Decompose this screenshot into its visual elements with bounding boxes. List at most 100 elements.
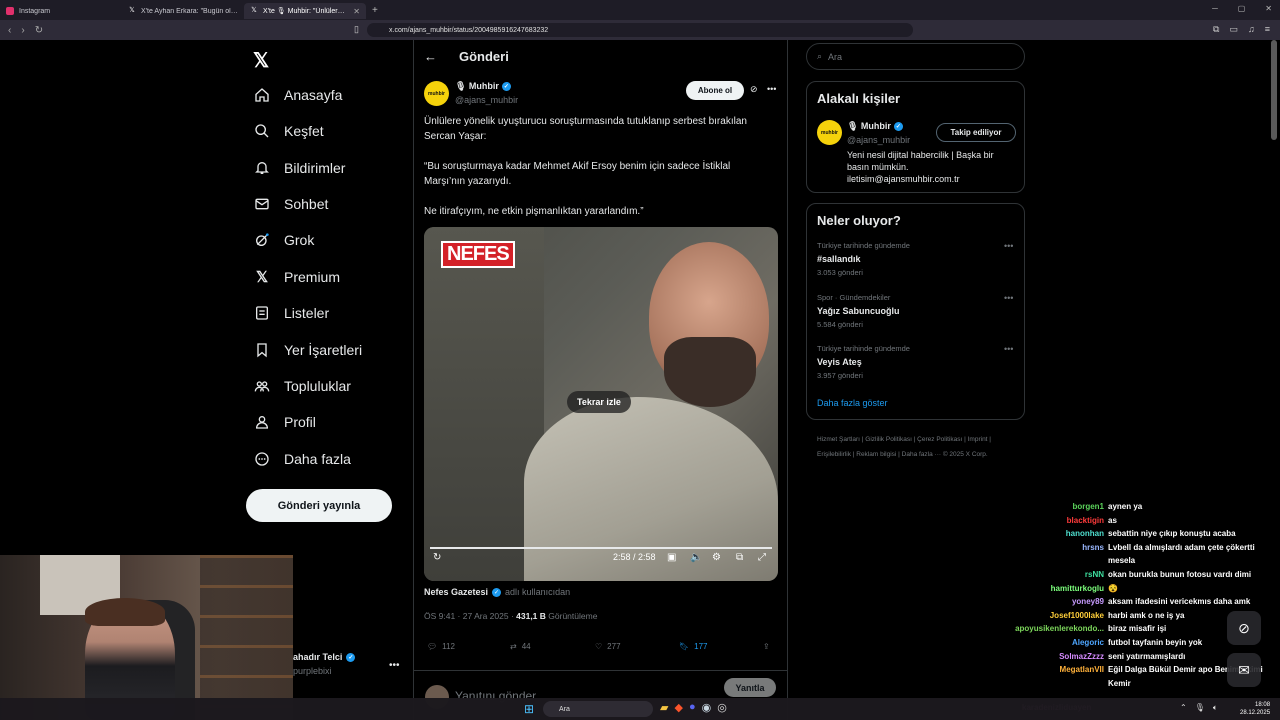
fullscreen-icon[interactable]: ⤢ (758, 552, 766, 563)
minimize-icon[interactable]: ─ (1212, 4, 1218, 13)
video-progress-bar[interactable] (430, 547, 772, 549)
trend-item[interactable]: Spor · Gündemdekiler Yağız Sabuncuoğlu 5… (817, 293, 900, 329)
brave-icon[interactable]: ◆ (674, 701, 682, 714)
wallet-icon[interactable]: ▭ (1229, 24, 1238, 35)
grok-float-icon[interactable]: ⊘ (1227, 611, 1261, 645)
menu-icon[interactable]: ≡ (1265, 24, 1270, 35)
nav-buttons: ‹ › ↻ (0, 25, 120, 36)
chat-username: rsNN (1084, 569, 1104, 579)
nav-item-explore[interactable]: Keşfet (254, 121, 324, 141)
taskbar-search[interactable]: Ara (543, 701, 653, 717)
new-tab-icon[interactable]: + (366, 5, 384, 16)
extensions-icon[interactable]: ⧉ (1213, 24, 1219, 35)
nav-item-notifications[interactable]: Bildirimler (254, 158, 345, 178)
trend-item[interactable]: Türkiye tarihinde gündemde Veyis Ateş 3.… (817, 344, 910, 380)
tweet-time[interactable]: ÖS 9:41 · 27 Ara 2025 · (424, 611, 516, 621)
x-logo-icon[interactable]: 𝕏 (253, 48, 269, 73)
like-action[interactable]: ♡ 277 (595, 642, 621, 651)
person-icon (254, 414, 270, 430)
trend-more-icon[interactable]: ••• (1004, 293, 1013, 303)
close-tab-icon[interactable]: ✕ (353, 7, 360, 16)
file-explorer-icon[interactable]: ▰ (660, 701, 668, 714)
repost-action[interactable]: ⇄ 44 (510, 642, 531, 651)
grok-icon[interactable]: ⊘ (750, 84, 758, 95)
maximize-icon[interactable]: ▢ (1238, 4, 1246, 13)
replay-button[interactable]: Tekrar izle (567, 391, 631, 413)
reply-icon: 💬︎ (427, 642, 438, 651)
back-arrow-icon[interactable]: ← (424, 49, 437, 64)
nav-item-premium[interactable]: 𝕏 Premium (254, 267, 340, 287)
replay-icon[interactable]: ↻ (433, 552, 441, 563)
speaker-icon[interactable]: 🔈︎ (1213, 703, 1218, 713)
system-tray: ⌃ 🎙︎ 🔈︎ (1180, 703, 1218, 713)
show-more-link[interactable]: Daha fazla göster (817, 398, 888, 408)
search-input[interactable]: ⌕ Ara (806, 43, 1025, 70)
trend-context: Türkiye tarihinde gündemde (817, 344, 910, 353)
author-info[interactable]: 🎙 Muhbir ✓ @ajans_muhbir (455, 81, 518, 105)
settings-icon[interactable]: ⚙ (712, 552, 721, 563)
home-icon (254, 87, 270, 103)
chat-username: borgen1 (1072, 502, 1104, 511)
nav-item-more[interactable]: Daha fazla (254, 449, 351, 469)
back-arrow-icon[interactable]: ‹ (8, 25, 11, 36)
share-action[interactable]: ⇪ (763, 642, 770, 651)
nav-label: Anasayfa (284, 87, 343, 103)
footer-links[interactable]: Hizmet Şartları | Gizlilik Politikası | … (817, 432, 1017, 462)
webcam-bookshelf (200, 555, 293, 720)
taskbar-clock[interactable]: 18:08 28.12.2025 (1240, 701, 1270, 717)
related-name[interactable]: 🎙 Muhbir ✓ (847, 121, 903, 132)
browser-tab-x-ayhan[interactable]: 𝕏 X'te Ayhan Erkara: "Bugün olanların ö (122, 3, 244, 19)
more-icon[interactable]: ••• (767, 84, 776, 94)
nav-item-grok[interactable]: Grok (254, 230, 314, 250)
page-scrollbar[interactable] (1271, 40, 1277, 140)
browser-tab-instagram[interactable]: Instagram (0, 3, 122, 19)
bookmark-action[interactable]: 🔖︎ 177 (679, 642, 708, 651)
url-field[interactable]: x.com/ajans_muhbir/status/20049859162476… (367, 23, 913, 37)
mic-icon[interactable]: 🎙︎ (1195, 703, 1205, 713)
video-player[interactable]: NEFES Tekrar izle ↻ 2:58 / 2:58 ▣ 🔈 ⚙ ⧉ … (424, 227, 778, 581)
trend-more-icon[interactable]: ••• (1004, 241, 1013, 251)
pip-icon[interactable]: ⧉ (736, 552, 743, 563)
chat-username: hanonhan (1065, 529, 1104, 539)
nav-item-chat[interactable]: Sohbet (254, 194, 328, 214)
list-icon (254, 305, 270, 321)
music-icon[interactable]: ♫ (1248, 24, 1255, 35)
trend-item[interactable]: Türkiye tarihinde gündemde #sallandık 3.… (817, 241, 910, 277)
bookmark-page-icon[interactable]: ▯ (354, 24, 359, 35)
chat-message: hamitturkoglu 😵 (990, 582, 1280, 596)
nav-item-bookmarks[interactable]: Yer İşaretleri (254, 340, 362, 360)
author-avatar[interactable]: muhbir (424, 81, 449, 106)
source-name[interactable]: Nefes Gazetesi (424, 587, 488, 597)
steam-icon[interactable]: ◉ (702, 701, 712, 714)
x-icon: 𝕏 (255, 269, 269, 286)
discord-icon[interactable]: ● (689, 701, 696, 714)
trend-more-icon[interactable]: ••• (1004, 344, 1013, 354)
forward-arrow-icon[interactable]: › (21, 25, 24, 36)
account-switcher[interactable]: ahadır Telci ✓ purplebixi (293, 652, 356, 676)
messages-float-icon[interactable]: ✉ (1227, 653, 1261, 687)
subscribe-button[interactable]: Abone ol (686, 81, 744, 100)
chat-text: 😵 (1108, 583, 1118, 593)
nav-item-communities[interactable]: Topluluklar (254, 376, 351, 396)
following-button[interactable]: Takip ediliyor (936, 123, 1016, 142)
reply-action[interactable]: 💬︎ 112 (427, 642, 455, 651)
captions-icon[interactable]: ▣ (667, 552, 676, 563)
volume-icon[interactable]: 🔈 (690, 552, 702, 563)
trend-count: 5.584 gönderi (817, 320, 863, 329)
browser-tab-x-muhbir[interactable]: 𝕏 X'te 🎙 Muhbir: "Ünlülere yönelik ✕ (244, 3, 366, 19)
windows-start-icon[interactable]: ⊞ (524, 702, 534, 716)
reload-icon[interactable]: ↻ (35, 25, 43, 36)
nav-item-home[interactable]: Anasayfa (254, 85, 342, 105)
close-window-icon[interactable]: ✕ (1265, 4, 1272, 13)
chat-message: hrsns Lvbell da almışlardı adam çete çöke… (990, 541, 1280, 568)
nav-item-lists[interactable]: Listeler (254, 303, 329, 323)
obs-icon[interactable]: ◎ (717, 701, 727, 714)
panel-title: Neler oluyor? (817, 213, 901, 228)
related-avatar[interactable]: muhbir (817, 120, 842, 145)
tray-chevron-icon[interactable]: ⌃ (1180, 703, 1187, 713)
post-button[interactable]: Gönderi yayınla (246, 489, 392, 522)
related-bio: Yeni nesil dijital habercilik | Başka bi… (847, 150, 994, 184)
reply-button[interactable]: Yanıtla (724, 678, 776, 697)
nav-item-profile[interactable]: Profil (254, 412, 316, 432)
account-more-icon[interactable]: ••• (389, 660, 400, 671)
